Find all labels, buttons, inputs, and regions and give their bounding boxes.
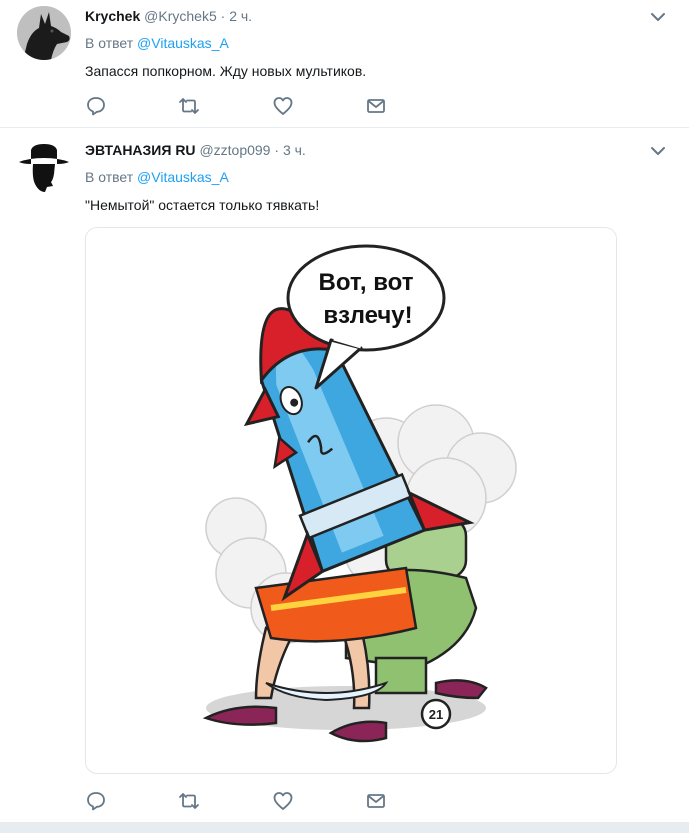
reply-context: В ответ @Vitauskas_A [85, 35, 229, 51]
stamp-number: 21 [429, 707, 443, 722]
tweet-actions [85, 95, 405, 117]
reply-mention-link[interactable]: @Vitauskas_A [137, 35, 229, 51]
display-name[interactable]: ЭВТАНАЗИЯ RU [85, 142, 196, 158]
reply-context: В ответ @Vitauskas_A [85, 169, 229, 185]
tweet-actions [85, 790, 405, 812]
avatar[interactable] [17, 6, 71, 60]
tweet-image[interactable]: Вот, вот взлечу! 21 [85, 227, 617, 774]
tweet-header: Krychek @Krychek5 · 2 ч. [85, 8, 252, 24]
reply-prefix: В ответ [85, 35, 134, 51]
timestamp[interactable]: 3 ч. [283, 142, 306, 158]
chevron-down-icon[interactable] [649, 144, 667, 158]
reply-icon[interactable] [85, 95, 107, 117]
avatar[interactable] [17, 140, 71, 194]
bubble-line-2: взлечу! [323, 302, 412, 329]
separator-dot: · [220, 8, 226, 24]
reply-icon[interactable] [85, 790, 107, 812]
direct-message-icon[interactable] [365, 95, 387, 117]
like-icon[interactable] [272, 95, 294, 117]
display-name[interactable]: Krychek [85, 8, 140, 24]
user-handle[interactable]: @zztop099 [199, 142, 270, 158]
retweet-icon[interactable] [178, 95, 200, 117]
hat-silhouette-avatar-icon [17, 140, 71, 194]
dog-avatar-icon [17, 6, 71, 60]
retweet-icon[interactable] [178, 790, 200, 812]
tweet-header: ЭВТАНАЗИЯ RU @zztop099 · 3 ч. [85, 142, 306, 158]
user-handle[interactable]: @Krychek5 [144, 8, 217, 24]
tweet-evtanaziya[interactable]: ЭВТАНАЗИЯ RU @zztop099 · 3 ч. В ответ @V… [0, 128, 689, 823]
rocket-cartoon-image: Вот, вот взлечу! 21 [202, 244, 517, 743]
reply-mention-link[interactable]: @Vitauskas_A [137, 169, 229, 185]
tweet-text: Запасся попкорном. Жду новых мультиков. [85, 63, 367, 79]
like-icon[interactable] [272, 790, 294, 812]
direct-message-icon[interactable] [365, 790, 387, 812]
timeline-footer-divider [0, 823, 689, 833]
bubble-line-1: Вот, вот [319, 269, 414, 296]
chevron-down-icon[interactable] [649, 10, 667, 24]
separator-dot: · [274, 142, 280, 158]
tweet-text: "Немытой" остается только тявкать! [85, 197, 320, 213]
reply-prefix: В ответ [85, 169, 134, 185]
tweet-krychek[interactable]: Krychek @Krychek5 · 2 ч. В ответ @Vitaus… [0, 0, 689, 128]
timestamp[interactable]: 2 ч. [229, 8, 252, 24]
